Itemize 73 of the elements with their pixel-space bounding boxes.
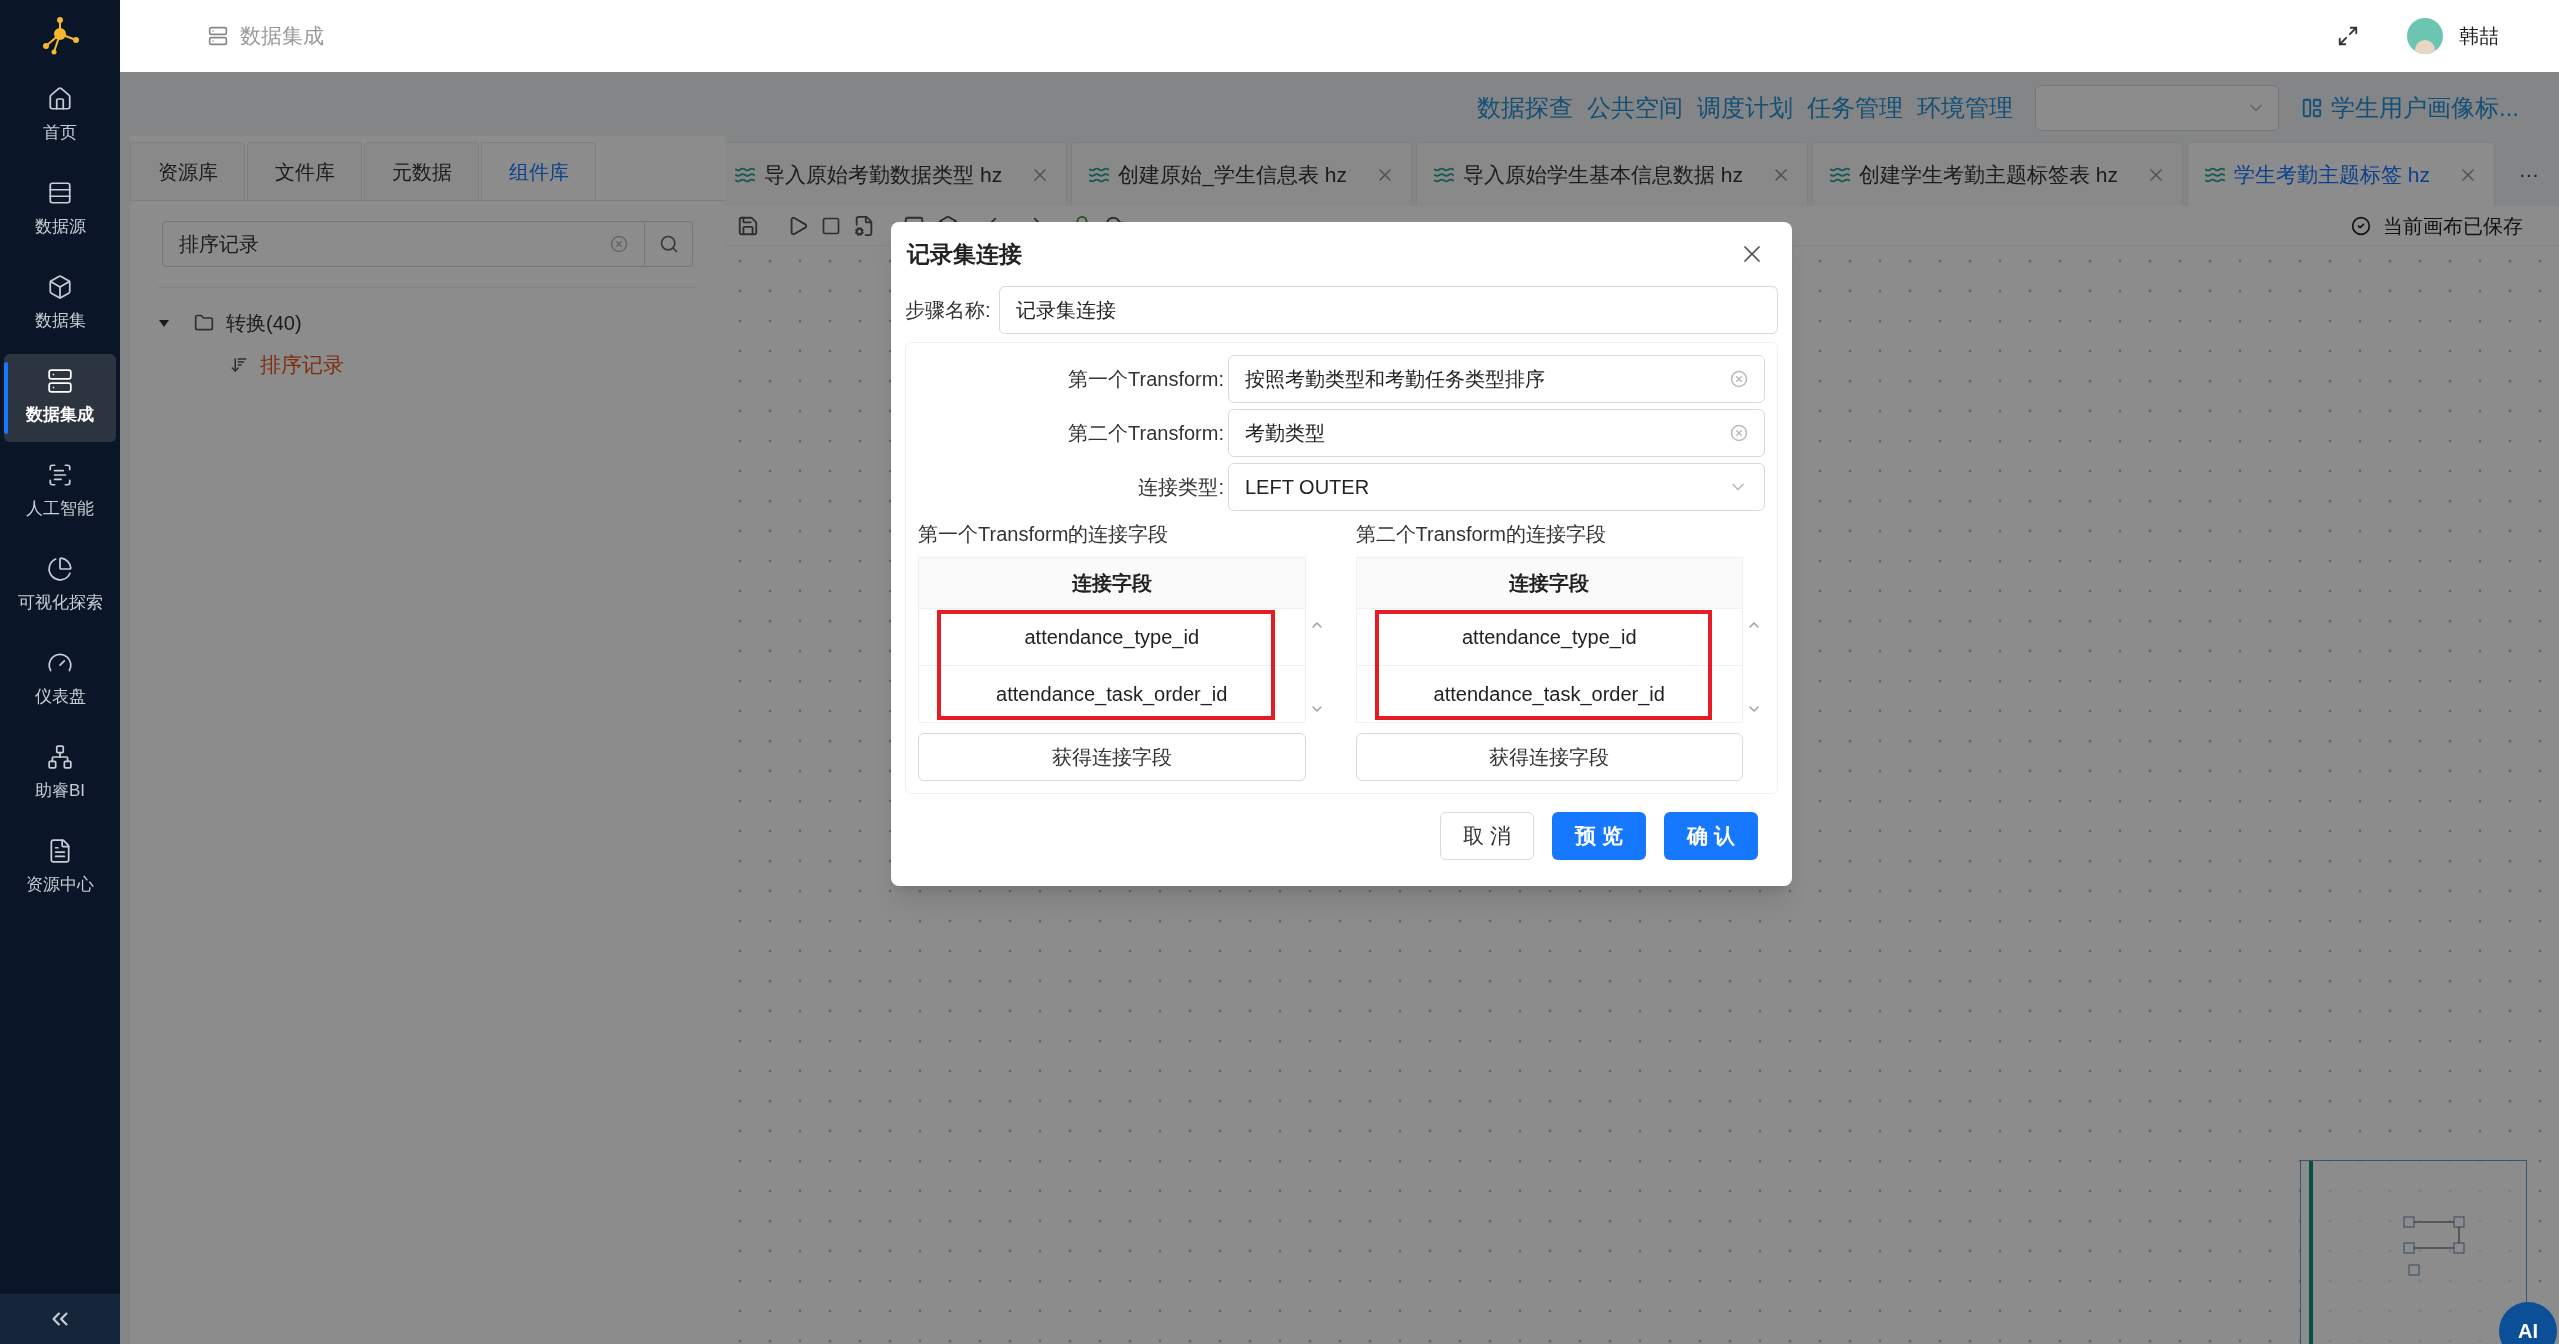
field-label: 第二个Transform: (1067, 421, 1225, 446)
dialog-button[interactable]: 取 消 (1440, 812, 1534, 860)
sidebar-item[interactable]: 数据集 (4, 260, 116, 348)
select-field[interactable]: 考勤类型 (1228, 409, 1765, 457)
panel-tab[interactable]: 文件库 (247, 142, 362, 200)
nav-icon (47, 838, 73, 865)
nav-icon (47, 556, 73, 583)
sidebar-item[interactable]: 助睿BI (4, 730, 116, 818)
panel-tab[interactable]: 资源库 (130, 142, 245, 200)
search-button[interactable] (645, 221, 693, 267)
nav-icon (47, 180, 73, 207)
table-title: 第一个Transform的连接字段 (918, 522, 1170, 547)
clear-icon[interactable] (1730, 370, 1748, 388)
step-name-field[interactable]: 记录集连接 (998, 286, 1778, 334)
expand-caret-icon[interactable] (158, 318, 170, 328)
nav-icon (47, 86, 73, 113)
table-cell: attendance_task_order_id (1356, 665, 1742, 722)
table-cell: attendance_type_id (919, 608, 1305, 665)
sidebar-item[interactable]: 资源中心 (4, 824, 116, 912)
table-header: 连接字段 (1356, 558, 1742, 608)
breadcrumb-icon (208, 26, 228, 46)
dialog-button[interactable]: 确 认 (1664, 812, 1758, 860)
select-field[interactable]: 按照考勤类型和考勤任务类型排序 (1228, 355, 1765, 403)
panel-icon (2301, 97, 2323, 119)
editor-tab[interactable]: 学生考勤主题标签 hz (2187, 142, 2495, 206)
table-title: 第二个Transform的连接字段 (1355, 522, 1607, 547)
user-avatar[interactable] (2407, 18, 2443, 54)
sidebar-item[interactable]: 可视化探索 (4, 542, 116, 630)
sidebar-item[interactable]: 首页 (4, 72, 116, 160)
editor-tab[interactable]: 导入原始学生基本信息数据 hz (1415, 142, 1808, 206)
sort-icon (230, 356, 248, 374)
clear-icon[interactable] (1730, 424, 1748, 442)
more-tabs[interactable]: ··· (2499, 142, 2559, 206)
get-fields-button[interactable]: 获得连接字段 (918, 733, 1306, 781)
sidebar-item[interactable]: 仪表盘 (4, 636, 116, 724)
table-cell: attendance_type_id (1356, 608, 1742, 665)
table-cell: attendance_task_order_id (919, 665, 1305, 722)
editor-tab[interactable]: 创建学生考勤主题标签表 hz (1811, 142, 2183, 206)
tree-item[interactable]: 排序记录 (260, 349, 344, 381)
panel-tab[interactable]: 组件库 (481, 142, 596, 200)
search-field[interactable]: 排序记录 (162, 221, 645, 267)
sidebar-item[interactable]: 人工智能 (4, 448, 116, 536)
fullscreen-icon[interactable] (2337, 25, 2359, 47)
select-field[interactable]: LEFT OUTER (1228, 463, 1765, 511)
folder-icon (194, 313, 214, 333)
nav-icon (47, 274, 73, 301)
field-label: 第一个Transform: (1067, 367, 1225, 392)
file-settings-icon[interactable] (853, 214, 875, 237)
dialog-button[interactable]: 预 览 (1552, 812, 1646, 860)
field-label: 连接类型: (1137, 475, 1225, 500)
table-header: 连接字段 (919, 558, 1305, 608)
sidebar-item[interactable]: 数据集成 (4, 354, 116, 442)
user-name[interactable]: 韩喆 (2459, 21, 2499, 51)
editor-tab[interactable]: 创建原始_学生信息表 hz (1071, 142, 1412, 206)
editor-tab[interactable]: 导入原始考勤数据类型 hz (725, 142, 1068, 206)
workflow-drawing (2403, 1216, 2465, 1276)
get-fields-button[interactable]: 获得连接字段 (1355, 733, 1743, 781)
stop-icon[interactable] (821, 215, 841, 236)
save-status: 当前画布已保存 (2383, 213, 2523, 239)
nav-icon (47, 462, 73, 489)
nav-icon (47, 744, 73, 771)
saved-icon (2351, 215, 2371, 236)
field-label: 步骤名称: (905, 298, 991, 323)
save-icon[interactable] (737, 214, 759, 237)
panel-tab[interactable]: 元数据 (364, 142, 479, 200)
search-icon (658, 234, 679, 254)
breadcrumb: 数据集成 (240, 23, 324, 50)
clear-icon[interactable] (610, 235, 628, 253)
select-field[interactable] (2035, 85, 2279, 131)
nav-icon (47, 368, 73, 395)
tree-item[interactable]: 转换(40) (226, 308, 302, 338)
dialog-title: 记录集连接 (907, 239, 1022, 269)
sidebar-item[interactable]: 数据源 (4, 166, 116, 254)
